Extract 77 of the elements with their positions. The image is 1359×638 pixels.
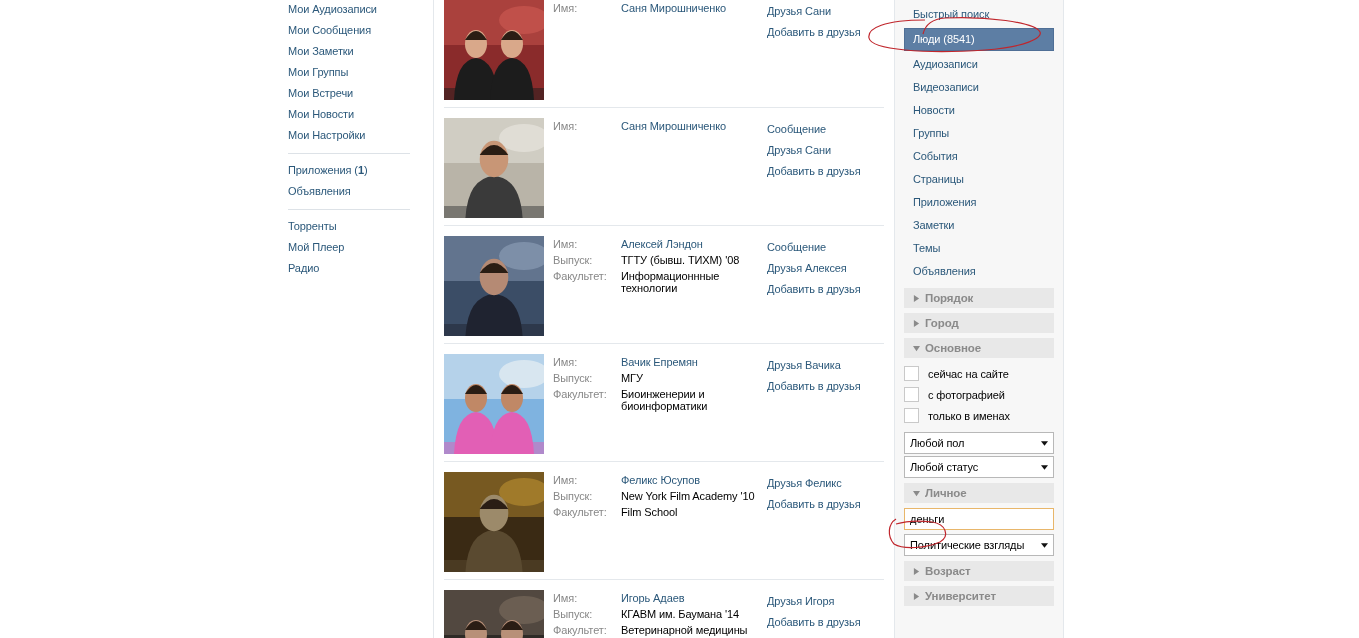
field-label: Выпуск: bbox=[553, 490, 594, 502]
field-value: МГУ bbox=[621, 372, 644, 384]
search-category-tab[interactable]: Люди (8541) bbox=[904, 28, 1054, 51]
field-label: Факультет: bbox=[553, 506, 608, 518]
menu-link[interactable]: Радио bbox=[288, 258, 410, 279]
field-label: Имя: bbox=[553, 356, 579, 368]
action-link[interactable]: Добавить в друзья bbox=[767, 379, 861, 400]
field-label: Имя: bbox=[553, 474, 579, 486]
search-category-tab[interactable]: Приложения bbox=[904, 191, 1054, 214]
action-link[interactable]: Добавить в друзья bbox=[767, 497, 861, 518]
menu-link[interactable]: Мои Заметки bbox=[288, 41, 410, 62]
search-category-tab[interactable]: Аудиозаписи bbox=[904, 53, 1054, 76]
checkbox[interactable] bbox=[904, 366, 919, 381]
search-category-tab[interactable]: Видеозаписи bbox=[904, 76, 1054, 99]
field-value: КГАВМ им. Баумана '14 bbox=[621, 608, 741, 620]
menu-link[interactable]: Приложения (1) bbox=[288, 160, 410, 181]
menu-link[interactable]: Мои Встречи bbox=[288, 83, 410, 104]
menu-link[interactable]: Объявления bbox=[288, 181, 410, 202]
action-link[interactable]: Друзья Алексея bbox=[767, 261, 861, 282]
checkbox[interactable] bbox=[904, 408, 919, 423]
field-label: Имя: bbox=[553, 592, 579, 604]
profile-name-link[interactable]: Саня Мирошниченко bbox=[621, 2, 763, 14]
action-link[interactable]: Друзья Феликс bbox=[767, 476, 861, 497]
search-category-tab[interactable]: Объявления bbox=[904, 260, 1054, 283]
search-category-tab[interactable]: Быстрый поиск bbox=[904, 3, 1054, 26]
dropdown-arrow-icon bbox=[1041, 542, 1048, 548]
search-category-tab[interactable]: Заметки bbox=[904, 214, 1054, 237]
action-link[interactable]: Друзья Игоря bbox=[767, 594, 861, 615]
field-label: Факультет: bbox=[553, 624, 608, 636]
checkbox[interactable] bbox=[904, 387, 919, 402]
action-link[interactable]: Друзья Сани bbox=[767, 143, 861, 164]
search-category-tab[interactable]: Новости bbox=[904, 99, 1054, 122]
menu-link[interactable]: Мои Новости bbox=[288, 104, 410, 125]
dropdown[interactable]: Любой статус bbox=[904, 456, 1054, 478]
field-value: Биоинженерии и биоинформатики bbox=[621, 388, 709, 412]
action-link[interactable]: Сообщение bbox=[767, 122, 861, 143]
action-link[interactable]: Друзья Вачика bbox=[767, 358, 861, 379]
field-label: Выпуск: bbox=[553, 608, 594, 620]
field-value: ТГТУ (бывш. ТИХМ) '08 bbox=[621, 254, 741, 266]
profile-name-link[interactable]: Феликс Юсупов bbox=[621, 474, 763, 486]
checkbox-label[interactable]: сейчас на сайте bbox=[928, 367, 1009, 380]
field-label: Имя: bbox=[553, 120, 579, 132]
field-label: Выпуск: bbox=[553, 254, 594, 266]
checkbox-label[interactable]: с фотографией bbox=[928, 388, 1005, 401]
field-value: New York Film Academy '10 bbox=[621, 490, 756, 502]
menu-link[interactable]: Мои Группы bbox=[288, 62, 410, 83]
action-link[interactable]: Добавить в друзья bbox=[767, 164, 861, 185]
profile-name-link[interactable]: Игорь Адаев bbox=[621, 592, 763, 604]
action-link[interactable]: Добавить в друзья bbox=[767, 615, 861, 636]
profile-name-link[interactable]: Саня Мирошниченко bbox=[621, 120, 763, 132]
field-value: Ветеринарной медицины bbox=[621, 624, 749, 636]
action-link[interactable]: Сообщение bbox=[767, 240, 861, 261]
field-label: Выпуск: bbox=[553, 372, 594, 384]
field-label: Факультет: bbox=[553, 388, 608, 402]
menu-link[interactable]: Мои Сообщения bbox=[288, 20, 410, 41]
profile-name-link[interactable]: Вачик Епремян bbox=[621, 356, 763, 368]
checkbox-label[interactable]: только в именах bbox=[928, 409, 1010, 422]
action-link[interactable]: Друзья Сани bbox=[767, 4, 861, 25]
profile-name-link[interactable]: Алексей Лэндон bbox=[621, 238, 763, 250]
field-label: Факультет: bbox=[553, 270, 608, 284]
search-category-tab[interactable]: События bbox=[904, 145, 1054, 168]
menu-link[interactable]: Мои Настройки bbox=[288, 125, 410, 146]
action-link[interactable]: Добавить в друзья bbox=[767, 25, 861, 46]
search-category-tab[interactable]: Группы bbox=[904, 122, 1054, 145]
field-label: Имя: bbox=[553, 2, 579, 14]
field-value: Film School bbox=[621, 506, 679, 518]
menu-link[interactable]: Торренты bbox=[288, 216, 410, 237]
menu-link[interactable]: Мои Аудиозаписи bbox=[288, 0, 410, 20]
search-category-tab[interactable]: Темы bbox=[904, 237, 1054, 260]
field-label: Имя: bbox=[553, 238, 579, 250]
field-value: Информационнные технологии bbox=[621, 270, 721, 294]
dropdown-arrow-icon bbox=[1041, 440, 1048, 446]
dropdown-arrow-icon bbox=[1041, 464, 1048, 470]
dropdown[interactable]: Любой пол bbox=[904, 432, 1054, 454]
search-category-tab[interactable]: Страницы bbox=[904, 168, 1054, 191]
menu-link[interactable]: Мой Плеер bbox=[288, 237, 410, 258]
action-link[interactable]: Добавить в друзья bbox=[767, 282, 861, 303]
